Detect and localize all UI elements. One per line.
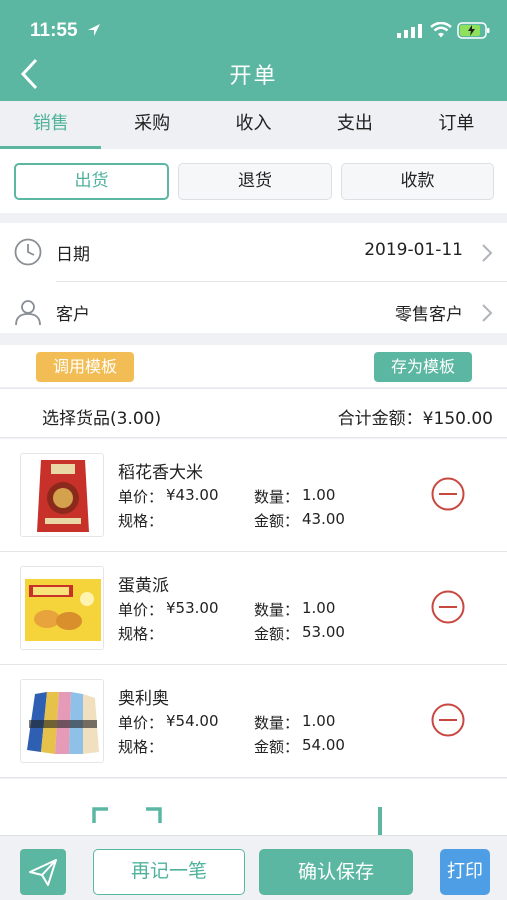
paper-plane-icon [29,859,57,886]
clock-icon [14,238,42,266]
segment-collection[interactable]: 收款 [341,163,494,200]
barcode-line-icon [378,807,382,835]
tab-income[interactable]: 收入 [203,101,304,149]
date-value: 2019-01-11 [364,240,463,260]
price-label: 单价： [118,601,164,619]
list-item[interactable]: 奥利奥 单价： ¥54.00 规格： 数量： 1.00 金额： 54.00 [0,665,507,778]
item-amount: 54.00 [302,736,345,754]
record-another-button[interactable]: 再记一笔 [93,849,245,895]
battery-icon [457,22,490,39]
item-qty: 1.00 [302,486,336,504]
spec-label: 规格： [118,625,164,643]
spec-label: 规格： [118,512,164,530]
list-item[interactable]: 蛋黄派 单价： ¥53.00 规格： 数量： 1.00 金额： 53.00 [0,552,507,665]
segment-shipment[interactable]: 出货 [14,163,169,200]
customer-label: 客户 [56,305,90,325]
spec-label: 规格： [118,738,164,756]
save-template-button[interactable]: 存为模板 [374,352,472,382]
item-name: 奥利奥 [118,689,169,709]
header: 11:55 开单 [0,0,507,101]
load-template-button[interactable]: 调用模板 [36,352,134,382]
customer-row[interactable]: 客户 零售客户 [0,283,507,341]
qty-label: 数量： [254,488,300,506]
rice-product-image [20,453,104,537]
selected-goods-label[interactable]: 选择货品(3.00) [42,404,161,429]
confirm-save-button[interactable]: 确认保存 [259,849,413,895]
amount-label: 金额： [254,625,300,643]
remove-item-icon[interactable] [431,477,465,511]
cellular-signal-icon [397,24,422,38]
amount-label: 金额： [254,738,300,756]
status-bar: 11:55 [0,0,507,58]
qty-label: 数量： [254,714,300,732]
category-tabs: 销售 采购 收入 支出 订单 [0,101,507,149]
item-amount: 53.00 [302,623,345,641]
chevron-right-icon [482,304,493,322]
segment-return[interactable]: 退货 [178,163,332,200]
row-divider [56,281,507,282]
egg-pie-product-image [20,566,104,650]
item-name: 蛋黄派 [118,576,169,596]
qty-label: 数量： [254,601,300,619]
print-button[interactable]: 打印 [440,849,490,895]
remove-item-icon[interactable] [431,590,465,624]
date-row[interactable]: 日期 2019-01-11 [0,223,507,281]
tab-order[interactable]: 订单 [406,101,507,149]
bottom-action-bar: 再记一笔 确认保存 打印 [0,835,507,900]
sale-type-segment: 出货 退货 收款 [0,149,507,213]
remove-item-icon[interactable] [431,703,465,737]
tab-sales[interactable]: 销售 [0,101,102,149]
status-time: 11:55 [30,20,78,41]
item-qty: 1.00 [302,599,336,617]
wifi-icon [430,22,452,38]
user-icon [15,300,41,326]
scan-area [0,779,507,835]
total-amount: 合计金额：¥150.00 [337,409,493,429]
item-qty: 1.00 [302,712,336,730]
page-title: 开单 [229,64,278,89]
date-label: 日期 [56,245,90,265]
item-price: ¥43.00 [166,486,219,504]
item-amount: 43.00 [302,510,345,528]
goods-list: 稻花香大米 单价： ¥43.00 规格： 数量： 1.00 金额： 43.00 … [0,439,507,778]
tab-expense[interactable]: 支出 [304,101,405,149]
oreo-product-image [20,679,104,763]
item-price: ¥53.00 [166,599,219,617]
template-bar: 调用模板 存为模板 [0,345,507,387]
scan-frame-icon[interactable] [92,807,162,835]
item-price: ¥54.00 [166,712,219,730]
item-name: 稻花香大米 [118,463,203,483]
list-item[interactable]: 稻花香大米 单价： ¥43.00 规格： 数量： 1.00 金额： 43.00 [0,439,507,552]
price-label: 单价： [118,488,164,506]
send-button[interactable] [20,849,66,895]
amount-label: 金额： [254,512,300,530]
order-info: 日期 2019-01-11 客户 零售客户 [0,213,507,333]
summary-bar: 选择货品(3.00) 合计金额：¥150.00 [0,388,507,438]
price-label: 单价： [118,714,164,732]
tab-purchase[interactable]: 采购 [101,101,202,149]
location-arrow-icon [88,24,100,36]
chevron-right-icon [482,244,493,262]
customer-value: 零售客户 [395,305,463,325]
